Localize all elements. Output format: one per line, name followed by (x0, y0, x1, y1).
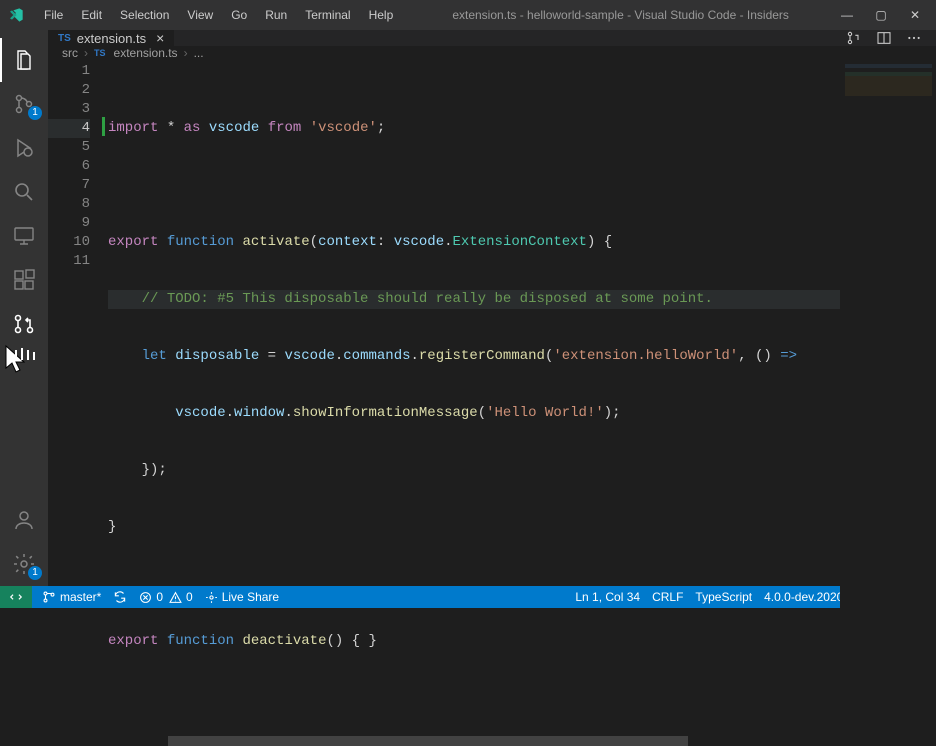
activity-bar: 1 1 (0, 30, 48, 586)
menu-selection[interactable]: Selection (112, 4, 177, 26)
tab-label: extension.ts (77, 31, 146, 46)
menu-view[interactable]: View (179, 4, 221, 26)
menu-run[interactable]: Run (257, 4, 295, 26)
breadcrumb-file[interactable]: extension.ts (114, 46, 178, 60)
remote-explorer-icon[interactable] (0, 214, 48, 258)
remote-indicator[interactable] (0, 586, 32, 608)
minimap[interactable] (840, 60, 936, 746)
extensions-icon[interactable] (0, 258, 48, 302)
code-editor[interactable]: 1 2 3 4 5 6 7 8 9 10 11 import * as vsco… (48, 60, 936, 746)
close-icon[interactable]: ✕ (908, 8, 922, 22)
typescript-icon: TS (94, 48, 106, 58)
breadcrumb-more[interactable]: ... (194, 46, 204, 60)
tab-extension-ts[interactable]: TS extension.ts × (48, 30, 175, 46)
explorer-icon[interactable] (0, 38, 48, 82)
menu-help[interactable]: Help (361, 4, 402, 26)
breadcrumbs[interactable]: src › TS extension.ts › ... (48, 46, 936, 60)
maximize-icon[interactable]: ▢ (874, 8, 888, 22)
menu-file[interactable]: File (36, 4, 71, 26)
horizontal-scrollbar[interactable] (108, 736, 840, 746)
compare-changes-icon[interactable] (846, 30, 862, 46)
source-control-icon[interactable]: 1 (0, 82, 48, 126)
diff-added-indicator (102, 117, 105, 136)
editor-tabs: TS extension.ts × (48, 30, 936, 46)
menu-bar: File Edit Selection View Go Run Terminal… (36, 4, 401, 26)
run-debug-icon[interactable] (0, 126, 48, 170)
minimize-icon[interactable]: — (840, 8, 854, 22)
menu-go[interactable]: Go (223, 4, 255, 26)
app-logo-icon (8, 6, 26, 24)
split-editor-icon[interactable] (876, 30, 892, 46)
accounts-icon[interactable] (0, 498, 48, 542)
scm-badge: 1 (28, 106, 42, 120)
chevron-right-icon: › (84, 46, 88, 60)
title-bar: File Edit Selection View Go Run Terminal… (0, 0, 936, 30)
menu-terminal[interactable]: Terminal (297, 4, 358, 26)
settings-gear-icon[interactable]: 1 (0, 542, 48, 586)
editor-area: TS extension.ts × src › TS extension.ts (48, 30, 936, 586)
github-pr-icon[interactable] (0, 302, 48, 346)
typescript-icon: TS (58, 33, 71, 44)
code-content[interactable]: import * as vscode from 'vscode'; export… (108, 60, 840, 746)
settings-badge: 1 (28, 566, 42, 580)
menu-edit[interactable]: Edit (73, 4, 110, 26)
breadcrumb-folder[interactable]: src (62, 46, 78, 60)
more-actions-icon[interactable] (906, 30, 922, 46)
search-icon[interactable] (0, 170, 48, 214)
window-controls: — ▢ ✕ (840, 8, 928, 22)
window-title: extension.ts - helloworld-sample - Visua… (401, 8, 840, 22)
line-gutter: 1 2 3 4 5 6 7 8 9 10 11 (48, 60, 108, 746)
chevron-right-icon: › (184, 46, 188, 60)
tab-close-icon[interactable]: × (156, 30, 164, 46)
